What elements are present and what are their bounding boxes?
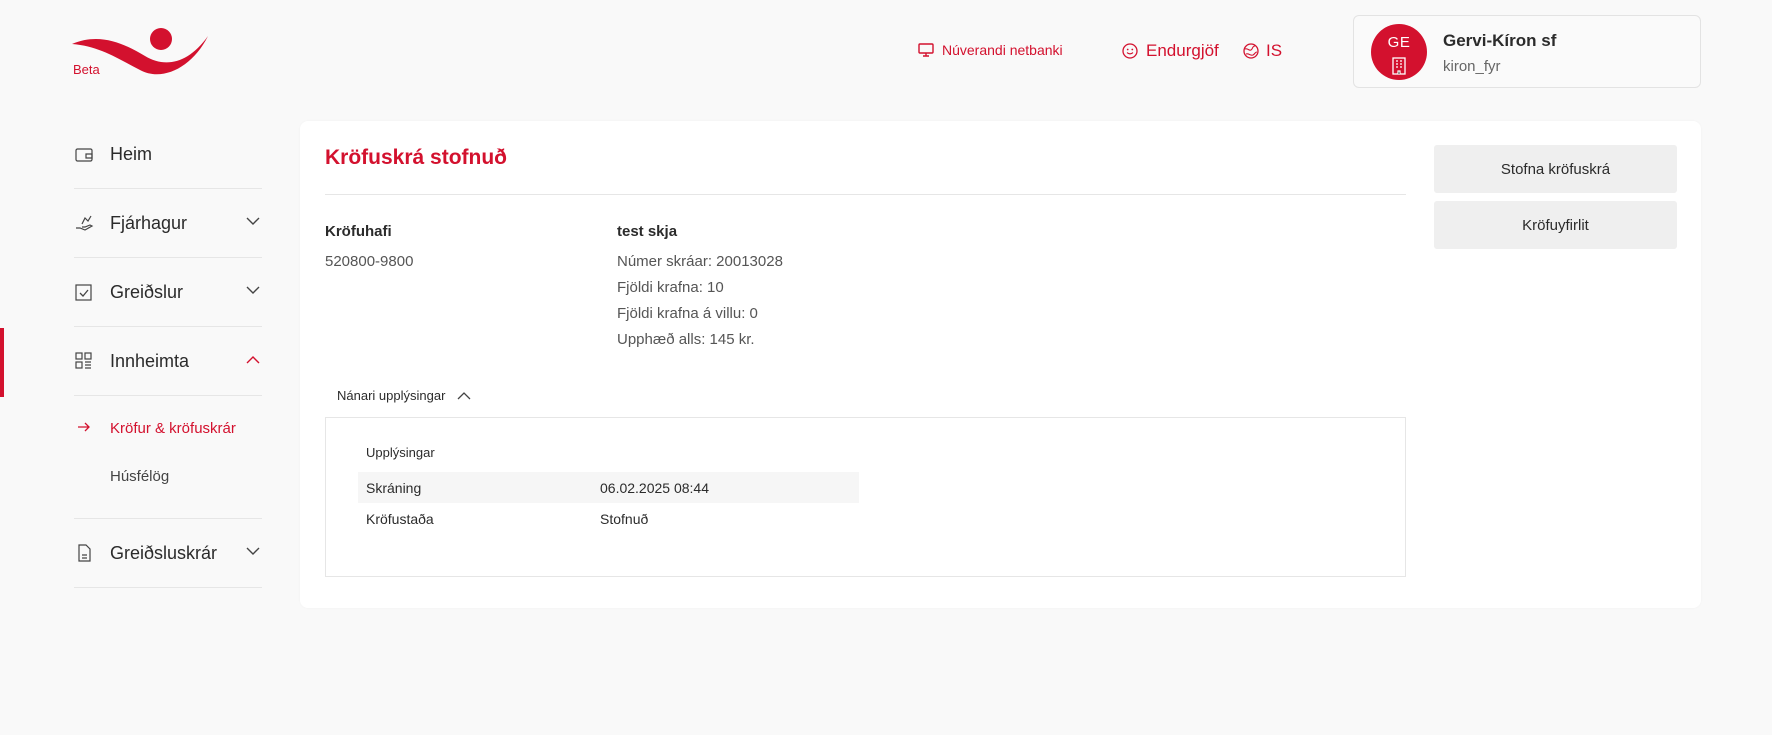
avatar: GE: [1371, 24, 1427, 80]
monitor-icon: [918, 43, 934, 57]
details-toggle-label: Nánari upplýsingar: [337, 388, 446, 403]
claim-count: Fjöldi krafna: 10: [617, 279, 724, 296]
document-icon: [78, 544, 91, 562]
sidebar-subitem-husfelog[interactable]: Húsfélög: [74, 452, 262, 500]
claims-overview-button[interactable]: Kröfuyfirlit: [1434, 201, 1677, 249]
chevron-down-icon: [246, 217, 260, 225]
legacy-netbank-label: Núverandi netbanki: [942, 42, 1063, 58]
file-name: test skja: [617, 223, 678, 240]
create-claim-file-button[interactable]: Stofna kröfuskrá: [1434, 145, 1677, 193]
info-row: Kröfustaða Stofnuð: [358, 503, 859, 534]
error-count: Fjöldi krafna á villu: 0: [617, 305, 758, 322]
details-accordion-toggle[interactable]: Nánari upplýsingar: [337, 388, 471, 403]
grid-icon: [75, 352, 92, 369]
feedback-link[interactable]: Endurgjöf: [1122, 41, 1219, 61]
claimant-label: Kröfuhafi: [325, 223, 392, 240]
chevron-up-icon: [246, 356, 260, 364]
user-username: kiron_fyr: [1443, 58, 1501, 75]
language-switcher[interactable]: IS: [1243, 41, 1282, 61]
sidebar-item-label: Fjárhagur: [110, 212, 188, 233]
smiley-icon: [1122, 43, 1138, 59]
sidebar-item-fjarhagur[interactable]: Fjárhagur: [74, 189, 262, 258]
chevron-down-icon: [246, 547, 260, 555]
sidebar-nav: Heim Fjárhagur Greiðslur Innheimta Kröfu…: [37, 120, 262, 588]
sidebar-item-label: Greiðsluskrár: [110, 542, 218, 563]
chevron-down-icon: [246, 286, 260, 294]
sidebar-item-heim[interactable]: Heim: [74, 120, 262, 189]
claimant-id: 520800-9800: [325, 253, 414, 270]
user-account-card[interactable]: GE Gervi-Kíron sf kiron_fyr: [1353, 15, 1701, 88]
info-value: 06.02.2025 08:44: [600, 480, 709, 496]
sidebar-item-greidsluskrar[interactable]: Greiðsluskrár: [74, 519, 262, 588]
innheimta-subnav: Kröfur & kröfuskrár Húsfélög: [74, 396, 262, 519]
user-name: Gervi-Kíron sf: [1443, 31, 1557, 50]
chevron-up-icon: [457, 392, 471, 400]
sidebar-item-label: Greiðslur: [110, 281, 184, 302]
sidebar-item-innheimta[interactable]: Innheimta: [74, 327, 262, 396]
building-icon: [1392, 57, 1406, 75]
active-nav-indicator: [0, 328, 4, 397]
globe-icon: [1243, 43, 1259, 59]
hand-coins-icon: [76, 215, 94, 231]
avatar-initials: GE: [1387, 34, 1411, 51]
wallet-icon: [75, 148, 93, 162]
sidebar-item-label: Innheimta: [110, 350, 190, 371]
checkbox-icon: [75, 284, 92, 301]
info-value: Stofnuð: [600, 511, 649, 527]
sidebar-subitem-krofur[interactable]: Kröfur & kröfuskrár: [74, 404, 262, 452]
file-number: Númer skráar: 20013028: [617, 253, 783, 270]
page-title: Kröfuskrá stofnuð: [325, 146, 508, 169]
sidebar-item-label: Heim: [110, 143, 153, 164]
sidebar-subitem-label: Húsfélög: [110, 467, 170, 485]
title-divider: [325, 194, 1406, 195]
sidebar-item-greidslur[interactable]: Greiðslur: [74, 258, 262, 327]
total-amount: Upphæð alls: 145 kr.: [617, 331, 755, 348]
feedback-label: Endurgjöf: [1146, 41, 1219, 60]
arrow-right-icon: [78, 422, 90, 432]
info-row: Skráning 06.02.2025 08:44: [358, 472, 859, 503]
sidebar-subitem-label: Kröfur & kröfuskrár: [110, 419, 236, 437]
language-label: IS: [1266, 41, 1283, 60]
beta-label: Beta: [73, 62, 100, 77]
info-heading: Upplýsingar: [366, 445, 435, 460]
legacy-netbank-link[interactable]: Núverandi netbanki: [918, 42, 1063, 58]
info-key: Skráning: [366, 480, 422, 496]
info-key: Kröfustaða: [366, 511, 434, 527]
